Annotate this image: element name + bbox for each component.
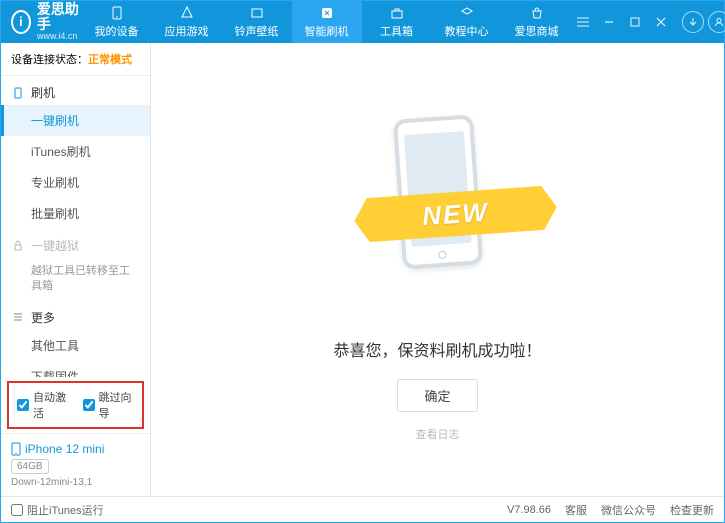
section-label: 一键越狱	[31, 237, 79, 254]
chk-label: 自动激活	[33, 389, 69, 421]
conn-value: 正常模式	[88, 54, 132, 66]
sidebar-item-pro[interactable]: 专业刷机	[1, 167, 150, 198]
app-window: i 爱思助手 www.i4.cn 我的设备 应用游戏 铃声壁纸 智能刷机	[0, 0, 725, 523]
section-jailbreak: 一键越狱	[1, 229, 150, 258]
app-url: www.i4.cn	[37, 32, 82, 42]
download-icon[interactable]	[682, 11, 704, 33]
nav-label: 爱思商城	[515, 23, 559, 39]
sidebar-item-other[interactable]: 其他工具	[1, 330, 150, 361]
sidebar-item-itunes[interactable]: iTunes刷机	[1, 136, 150, 167]
nav-label: 铃声壁纸	[235, 23, 279, 39]
store-icon	[529, 5, 545, 21]
device-panel[interactable]: iPhone 12 mini 64GB Down-12mini-13,1	[1, 433, 150, 496]
nav-label: 工具箱	[380, 23, 413, 39]
nav-toolbox[interactable]: 工具箱	[362, 1, 432, 43]
maximize-icon[interactable]	[624, 11, 646, 33]
body: 设备连接状态：正常模式 刷机 一键刷机 iTunes刷机 专业刷机 批量刷机 一…	[1, 43, 724, 496]
nav-tutorials[interactable]: 教程中心	[432, 1, 502, 43]
block-itunes-label: 阻止iTunes运行	[27, 502, 104, 518]
version-label: V7.98.66	[507, 504, 551, 516]
phone-icon	[11, 442, 21, 456]
nav-apps[interactable]: 应用游戏	[152, 1, 222, 43]
new-text: NEW	[421, 196, 490, 232]
titlebar: i 爱思助手 www.i4.cn 我的设备 应用游戏 铃声壁纸 智能刷机	[1, 1, 724, 43]
ok-button[interactable]: 确定	[397, 379, 477, 412]
success-illustration: NEW	[368, 97, 508, 297]
chk-label: 跳过向导	[99, 389, 135, 421]
phone-icon	[11, 87, 25, 99]
device-storage-badge: 64GB	[11, 459, 49, 474]
chk-auto-activate[interactable]: 自动激活	[17, 389, 69, 421]
device-name-text: iPhone 12 mini	[25, 442, 104, 456]
section-flash[interactable]: 刷机	[1, 76, 150, 105]
nav-ringtones[interactable]: 铃声壁纸	[222, 1, 292, 43]
top-nav: 我的设备 应用游戏 铃声壁纸 智能刷机 工具箱 教程中心	[82, 1, 572, 43]
nav-label: 我的设备	[95, 23, 139, 39]
chk-skip-guide[interactable]: 跳过向导	[83, 389, 135, 421]
new-banner: NEW	[366, 186, 544, 242]
sidebar-item-batch[interactable]: 批量刷机	[1, 198, 150, 229]
options-row: 自动激活 跳过向导	[7, 381, 144, 429]
user-icon[interactable]	[708, 11, 725, 33]
view-log-link[interactable]: 查看日志	[416, 426, 460, 442]
minimize-icon[interactable]	[598, 11, 620, 33]
lock-icon	[11, 240, 25, 252]
success-message: 恭喜您，保资料刷机成功啦！	[333, 337, 541, 361]
sidebar: 设备连接状态：正常模式 刷机 一键刷机 iTunes刷机 专业刷机 批量刷机 一…	[1, 43, 151, 496]
more-icon	[11, 311, 25, 323]
chk-skip-guide-input[interactable]	[83, 399, 95, 411]
device-name: iPhone 12 mini	[11, 442, 140, 456]
toolbox-icon	[389, 5, 405, 21]
menu-icon[interactable]	[572, 11, 594, 33]
section-more[interactable]: 更多	[1, 301, 150, 330]
chk-auto-activate-input[interactable]	[17, 399, 29, 411]
conn-label: 设备连接状态：	[11, 54, 88, 66]
wechat-link[interactable]: 微信公众号	[601, 502, 656, 518]
statusbar: 阻止iTunes运行 V7.98.66 客服 微信公众号 检查更新	[1, 496, 724, 522]
sidebar-item-firmware[interactable]: 下载固件	[1, 361, 150, 377]
app-name: 爱思助手	[37, 2, 82, 33]
flash-icon	[319, 5, 335, 21]
section-label: 更多	[31, 309, 55, 326]
logo: i 爱思助手 www.i4.cn	[11, 2, 82, 43]
chk-block-itunes[interactable]	[11, 504, 23, 516]
update-link[interactable]: 检查更新	[670, 502, 714, 518]
nav-label: 应用游戏	[165, 23, 209, 39]
section-label: 刷机	[31, 84, 55, 101]
apps-icon	[179, 5, 195, 21]
wallpaper-icon	[249, 5, 265, 21]
main-content: NEW 恭喜您，保资料刷机成功啦！ 确定 查看日志	[151, 43, 724, 496]
support-link[interactable]: 客服	[565, 502, 587, 518]
nav-label: 教程中心	[445, 23, 489, 39]
nav-store[interactable]: 爱思商城	[502, 1, 572, 43]
device-icon	[109, 5, 125, 21]
nav-my-device[interactable]: 我的设备	[82, 1, 152, 43]
nav-flash[interactable]: 智能刷机	[292, 1, 362, 43]
device-meta: Down-12mini-13,1	[11, 477, 140, 488]
close-icon[interactable]	[650, 11, 672, 33]
sidebar-item-oneclick[interactable]: 一键刷机	[1, 105, 150, 136]
nav-label: 智能刷机	[305, 23, 349, 39]
title-controls	[572, 11, 725, 33]
jailbreak-note: 越狱工具已转移至工具箱	[1, 258, 150, 301]
connection-status: 设备连接状态：正常模式	[1, 43, 150, 76]
logo-icon: i	[11, 10, 31, 34]
tutorial-icon	[459, 5, 475, 21]
